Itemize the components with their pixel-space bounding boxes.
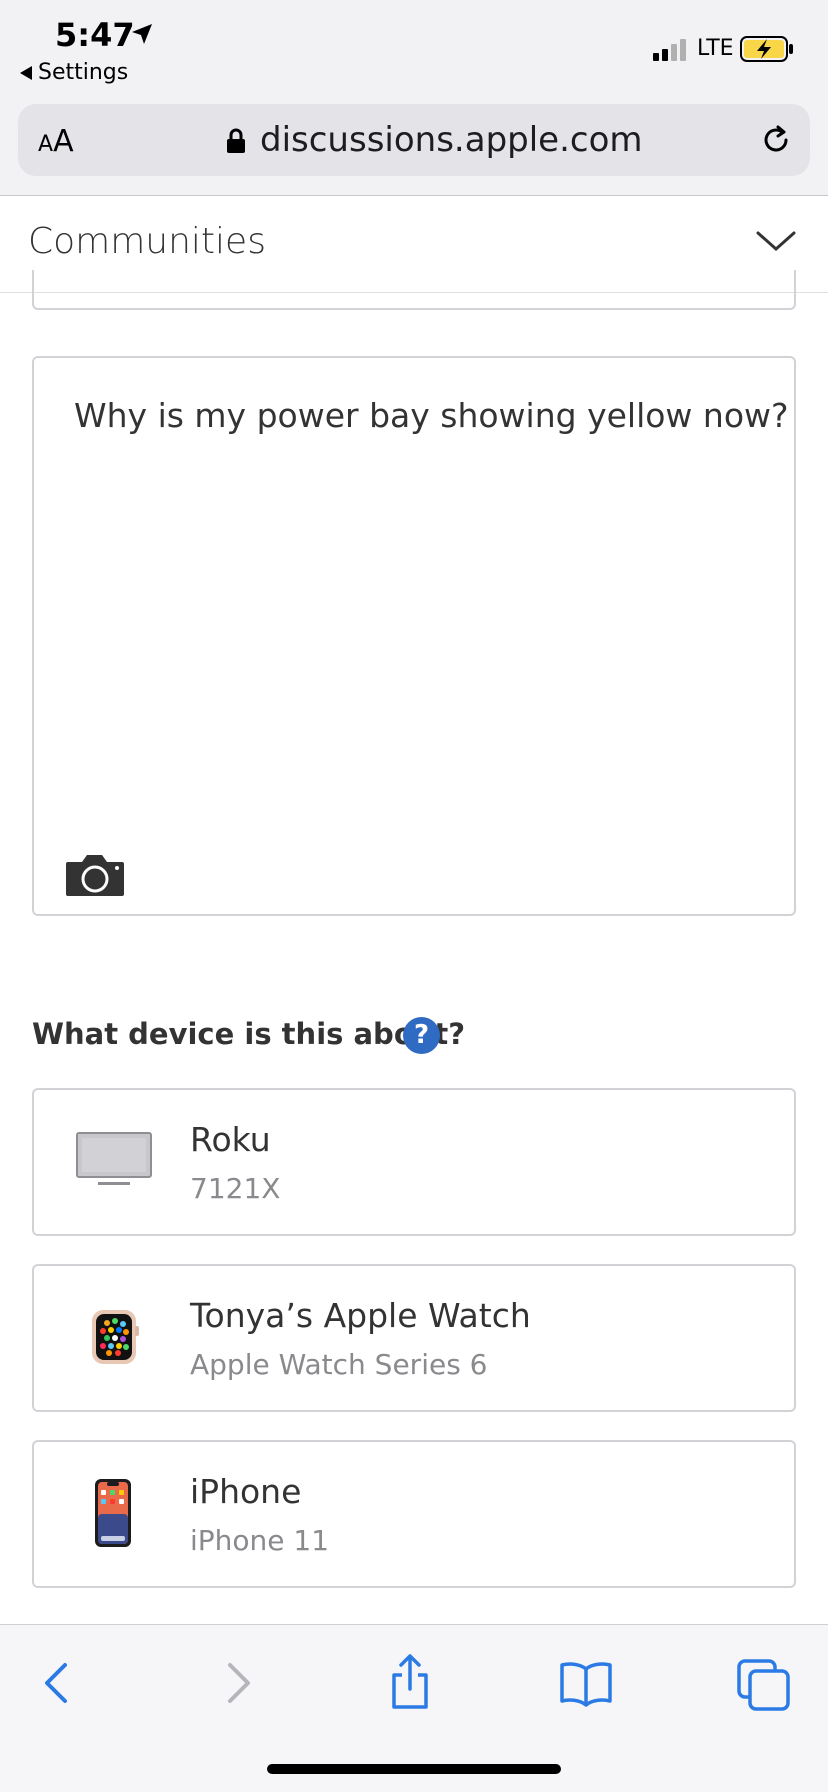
lock-icon bbox=[227, 128, 245, 153]
question-textarea[interactable]: Why is my power bay showing yellow now? bbox=[32, 356, 796, 916]
device-card-apple-watch[interactable]: Tonya’s Apple Watch Apple Watch Series 6 bbox=[32, 1264, 796, 1412]
question-text: Why is my power bay showing yellow now? bbox=[74, 396, 789, 435]
help-button[interactable]: ? bbox=[403, 1017, 440, 1054]
device-card-iphone[interactable]: iPhone iPhone 11 bbox=[32, 1440, 796, 1588]
url-text: discussions.apple.com bbox=[260, 120, 643, 160]
device-name: iPhone bbox=[190, 1472, 302, 1511]
device-prompt: What device is this about? bbox=[32, 1017, 466, 1051]
home-indicator[interactable] bbox=[267, 1764, 561, 1774]
status-time: 5:47 bbox=[55, 16, 135, 54]
device-model: Apple Watch Series 6 bbox=[190, 1348, 488, 1381]
device-card-roku[interactable]: Roku 7121X bbox=[32, 1088, 796, 1236]
bookmarks-icon[interactable] bbox=[556, 1653, 616, 1713]
battery-charging-icon bbox=[740, 36, 793, 62]
back-triangle-icon bbox=[20, 65, 32, 80]
network-type: LTE bbox=[697, 36, 734, 61]
safari-page: 5:47 Settings LTE AA discussions.apple.c… bbox=[0, 0, 828, 1792]
chevron-down-icon bbox=[756, 231, 796, 252]
forward-arrow-icon[interactable] bbox=[206, 1653, 266, 1713]
reload-icon[interactable] bbox=[758, 122, 794, 158]
address-bar[interactable]: AA discussions.apple.com bbox=[18, 104, 810, 176]
monitor-icon bbox=[76, 1132, 152, 1185]
device-name: Roku bbox=[190, 1120, 271, 1159]
previous-field bbox=[32, 270, 796, 310]
back-arrow-icon[interactable] bbox=[29, 1653, 89, 1713]
tabs-icon[interactable] bbox=[734, 1653, 794, 1713]
browser-url-area: AA discussions.apple.com bbox=[0, 100, 828, 196]
back-to-app[interactable]: Settings bbox=[20, 60, 128, 85]
device-model: 7121X bbox=[190, 1172, 281, 1205]
apple-watch-icon bbox=[92, 1310, 139, 1364]
status-bar: 5:47 Settings LTE bbox=[0, 0, 828, 100]
share-icon[interactable] bbox=[380, 1653, 440, 1713]
communities-title: Communities bbox=[28, 221, 266, 262]
device-model: iPhone 11 bbox=[190, 1524, 330, 1557]
text-size-button[interactable]: AA bbox=[38, 124, 74, 159]
location-arrow-icon bbox=[132, 24, 152, 44]
device-name: Tonya’s Apple Watch bbox=[190, 1296, 531, 1335]
cellular-signal-icon bbox=[653, 39, 686, 61]
back-app-label: Settings bbox=[38, 60, 129, 85]
iphone-icon bbox=[95, 1479, 131, 1547]
camera-icon[interactable] bbox=[64, 852, 126, 898]
